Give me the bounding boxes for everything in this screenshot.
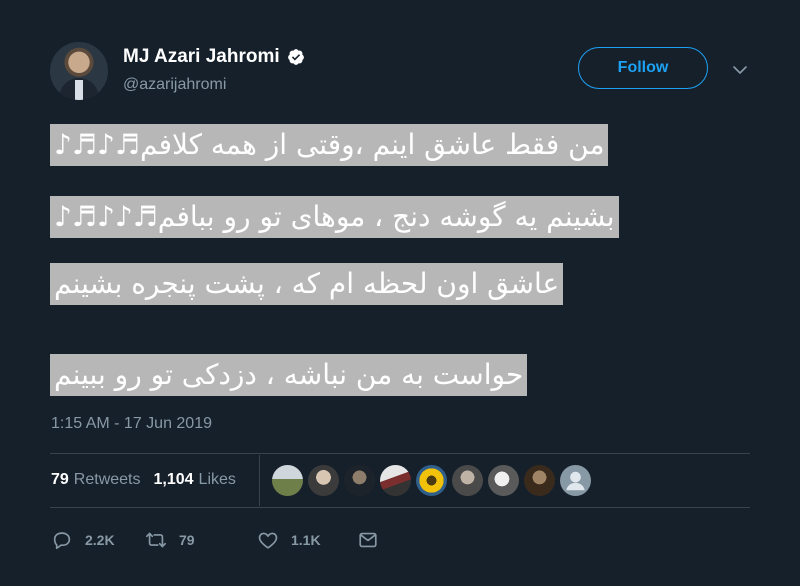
author-name-row: MJ Azari Jahromi [123,46,305,68]
tweet-line-1: من فقط عاشق اینم ،وقتی از همه کلافم♬♪♬♪ [50,124,609,166]
retweet-icon [146,532,166,548]
tweet-line-4: حواست به من نباشه ، دزدکی تو رو ببینم [50,354,528,396]
likes-count: 1,104 [153,471,194,488]
liker-avatar-8[interactable] [524,465,555,496]
likes-label: Likes [198,471,236,488]
envelope-icon [359,532,377,548]
retweets-count: 79 [51,471,69,488]
liker-avatar-9[interactable] [560,465,591,496]
liker-avatar-1[interactable] [272,465,303,496]
author-avatar[interactable] [50,42,108,100]
reply-icon [53,532,71,550]
reply-count: 2.2K [85,532,115,548]
liker-avatar-7[interactable] [488,465,519,496]
author-handle[interactable]: @azarijahromi [123,76,226,94]
avatar-shirt-shape [75,80,83,100]
follow-button[interactable]: Follow [578,47,708,89]
like-count: 1.1K [291,532,321,548]
liker-avatar-4[interactable] [380,465,411,496]
retweets-stat[interactable]: 79 Retweets [51,471,141,489]
stats-separator [259,455,260,506]
divider-bottom [50,507,750,508]
direct-message-button[interactable] [357,529,379,551]
tweet-line-2: بشینم یه گوشه دنج ، موهای تو رو ببافم♬♪♪… [50,196,619,238]
chevron-down-icon[interactable] [731,61,749,79]
liker-avatars [272,465,591,496]
liker-avatar-6[interactable] [452,465,483,496]
tweet-card: MJ Azari Jahromi @azarijahromi Follow من… [0,0,800,586]
divider-top [50,453,750,454]
author-display-name[interactable]: MJ Azari Jahromi [123,46,280,68]
verified-badge-icon [287,49,304,65]
liker-avatar-5[interactable] [416,465,447,496]
like-button[interactable]: 1.1K [257,529,357,551]
reply-button[interactable]: 2.2K [51,529,145,551]
likes-stat[interactable]: 1,104 Likes [154,471,236,489]
retweet-button[interactable]: 79 [145,529,257,551]
liker-avatar-2[interactable] [308,465,339,496]
tweet-line-3: عاشق اون لحظه ام که ، پشت پنجره بشینم [50,263,564,305]
heart-icon [258,532,278,549]
retweets-label: Retweets [73,471,141,488]
tweet-timestamp[interactable]: 1:15 AM - 17 Jun 2019 [51,415,212,433]
default-profile-icon [566,471,585,491]
tweet-stats: 79 Retweets 1,104 Likes [51,471,236,489]
retweet-count: 79 [179,532,195,548]
liker-avatar-3[interactable] [344,465,375,496]
tweet-actions: 2.2K 79 1.1K [51,529,379,551]
